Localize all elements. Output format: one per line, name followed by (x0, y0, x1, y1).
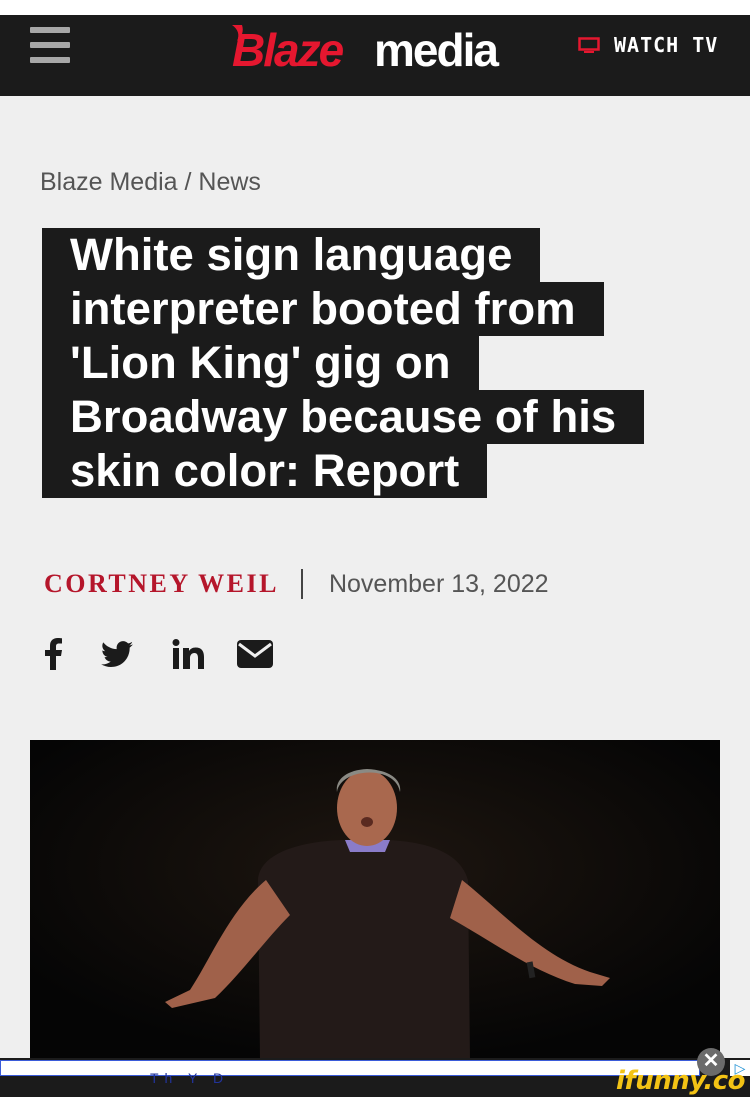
headline-line-3: 'Lion King' gig on (42, 336, 479, 390)
ifunny-watermark: ifunny.co (616, 1066, 745, 1096)
headline-line-4: Broadway because of his (42, 390, 645, 444)
watch-tv-label: WATCH TV (614, 33, 719, 57)
headline-line-5: skin color: Report (42, 444, 488, 498)
publish-date: November 13, 2022 (328, 569, 549, 598)
breadcrumb-section[interactable]: News (198, 168, 261, 196)
ad-banner[interactable] (0, 1060, 700, 1076)
blaze-media-logo[interactable]: Blaze media (228, 21, 518, 73)
site-header: Blaze media WATCH TV (0, 15, 750, 96)
breadcrumb: Blaze Media / News (40, 168, 261, 197)
byline: CORTNEY WEIL November 13, 2022 (44, 564, 549, 604)
performer-photo-illustration (30, 740, 720, 1060)
headline-line-1: White sign language (42, 228, 541, 282)
watch-tv-link[interactable]: WATCH TV (578, 33, 718, 57)
logo-text-media: media (374, 24, 499, 73)
tv-icon (578, 37, 600, 53)
breadcrumb-separator: / (177, 168, 199, 196)
twitter-icon[interactable] (100, 636, 134, 672)
linkedin-icon[interactable] (170, 636, 206, 672)
headline-line-2: interpreter booted from (42, 282, 604, 336)
ad-banner-text[interactable]: Th Y D (150, 1070, 229, 1086)
hamburger-menu-icon[interactable] (30, 27, 70, 63)
article-hero-photo (30, 740, 720, 1060)
logo-text-blaze: Blaze (232, 24, 344, 73)
article-headline: White sign language interpreter booted f… (42, 228, 682, 498)
email-icon[interactable] (236, 636, 274, 672)
byline-divider (300, 569, 303, 599)
breadcrumb-home[interactable]: Blaze Media (40, 168, 178, 196)
author-link[interactable]: CORTNEY WEIL (44, 569, 279, 599)
facebook-icon[interactable] (42, 636, 64, 672)
share-bar (42, 636, 274, 672)
status-strip (0, 0, 750, 15)
